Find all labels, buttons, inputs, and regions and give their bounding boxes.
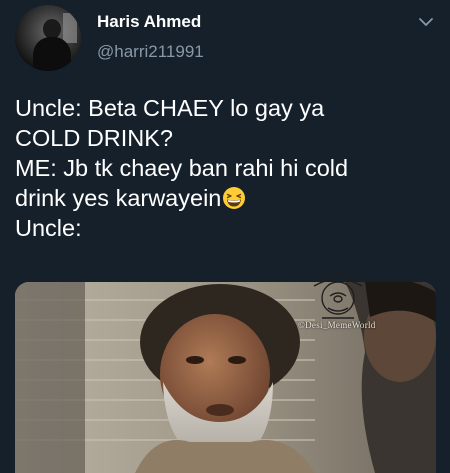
author-avatar[interactable] [15,5,81,71]
avatar-head [43,19,61,39]
chevron-down-icon[interactable] [418,14,434,30]
author-handle[interactable]: @harri211991 [97,42,204,62]
tweet-text: Uncle: Beta CHAEY lo gay ya COLD DRINK? … [15,93,440,243]
tweet-text-line: Uncle: Beta CHAEY lo gay ya [15,95,325,121]
avatar-body [33,37,71,71]
tweet-text-line: COLD DRINK? [15,125,174,151]
tweet-text-line: Uncle: [15,215,82,241]
tweet-text-line: drink yes karwayein [15,185,222,211]
watermark-text: ©Desi_MemeWorld [298,320,376,330]
watermark-logo [313,271,363,319]
author-name[interactable]: Haris Ahmed [97,12,201,32]
grinning-squinting-face-icon [223,187,246,209]
avatar-background [63,13,77,43]
tweet-text-line: ME: Jb tk chaey ban rahi hi cold [15,155,349,181]
tweet-text-line-with-emoji: drink yes karwayein [15,183,440,213]
tweet-card: Haris Ahmed @harri211991 Uncle: Beta CHA… [0,0,450,473]
